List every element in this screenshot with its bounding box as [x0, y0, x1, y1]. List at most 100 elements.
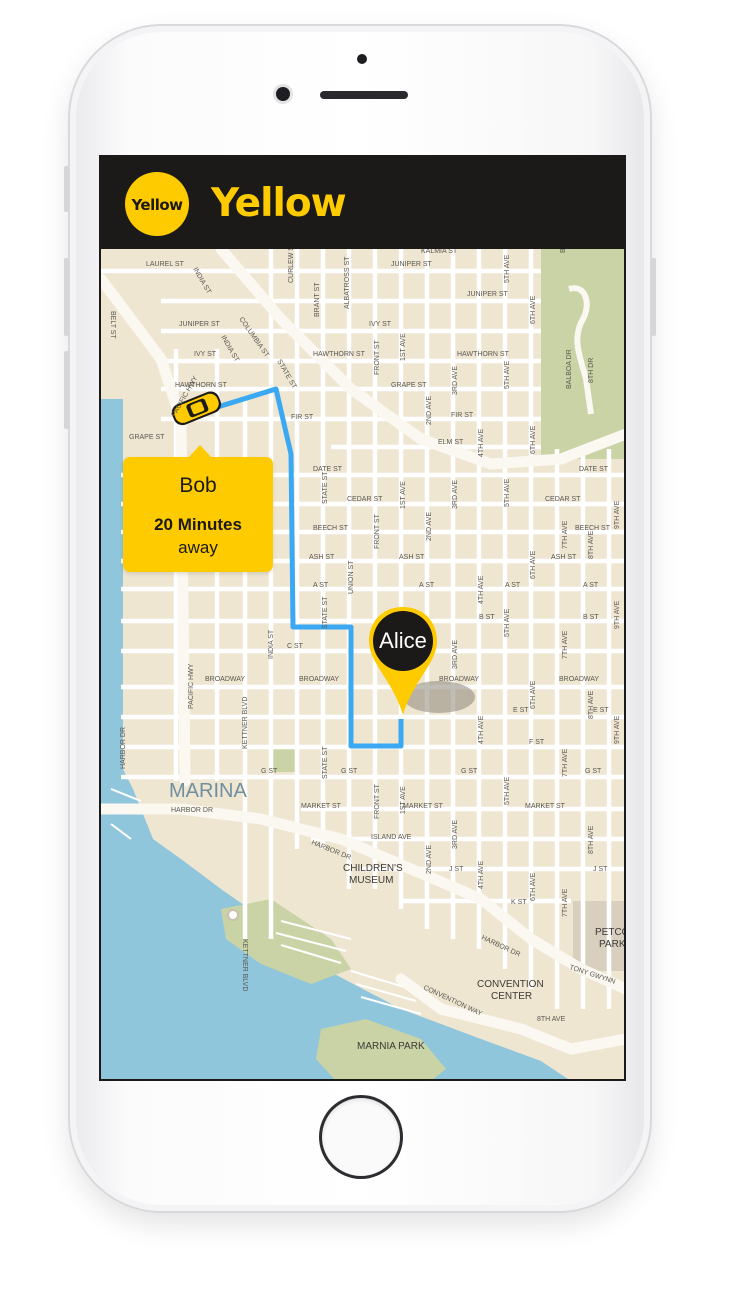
- svg-text:CEDAR ST: CEDAR ST: [545, 496, 581, 503]
- svg-text:A ST: A ST: [505, 582, 521, 589]
- svg-text:J ST: J ST: [449, 866, 464, 873]
- svg-text:6TH AVE: 6TH AVE: [530, 680, 537, 709]
- svg-text:8TH AVE: 8TH AVE: [588, 530, 595, 559]
- svg-text:9TH AVE: 9TH AVE: [614, 715, 621, 744]
- svg-text:FRONT ST: FRONT ST: [374, 513, 381, 549]
- svg-text:B ST: B ST: [583, 614, 599, 621]
- map-pin-icon: [369, 607, 437, 715]
- svg-text:1ST AVE: 1ST AVE: [400, 481, 407, 509]
- svg-text:JUNIPER ST: JUNIPER ST: [391, 261, 433, 268]
- poi-childrens-museum: CHILDREN'S: [343, 863, 403, 874]
- map-view[interactable]: LAUREL ST JUNIPER ST JUNIPER ST JUNIPER …: [101, 249, 626, 1079]
- svg-text:A ST: A ST: [419, 582, 435, 589]
- svg-text:ASH ST: ASH ST: [399, 554, 425, 561]
- svg-text:E ST: E ST: [513, 707, 529, 714]
- svg-text:FIR ST: FIR ST: [451, 412, 474, 419]
- poi-petco-park: PETCO: [595, 927, 626, 938]
- svg-text:6TH AVE: 6TH AVE: [530, 550, 537, 579]
- area-label-marina: MARINA: [169, 780, 247, 802]
- svg-text:7TH AVE: 7TH AVE: [562, 748, 569, 777]
- app-screen: Yellow Yellow LAUREL ST JUNIPER ST JUNIP…: [99, 155, 626, 1081]
- svg-text:4TH AVE: 4TH AVE: [478, 860, 485, 889]
- svg-text:BROADWAY: BROADWAY: [205, 676, 245, 683]
- svg-text:MARKET ST: MARKET ST: [403, 803, 444, 810]
- svg-text:FRONT ST: FRONT ST: [374, 339, 381, 375]
- poi-convention-center: CONVENTION: [477, 979, 544, 990]
- svg-text:G ST: G ST: [585, 768, 602, 775]
- svg-text:ALBATROSS ST: ALBATROSS ST: [344, 256, 351, 309]
- svg-text:8TH AVE: 8TH AVE: [588, 690, 595, 719]
- svg-text:C ST: C ST: [287, 643, 304, 650]
- driver-name: Bob: [179, 474, 217, 497]
- svg-text:BROADWAY: BROADWAY: [439, 676, 479, 683]
- svg-text:2ND AVE: 2ND AVE: [426, 845, 433, 874]
- svg-text:BRANT ST: BRANT ST: [314, 282, 321, 317]
- svg-text:6TH AVE: 6TH AVE: [530, 425, 537, 454]
- svg-text:3RD AVE: 3RD AVE: [452, 640, 459, 669]
- svg-text:2ND AVE: 2ND AVE: [426, 512, 433, 541]
- svg-text:ISLAND AVE: ISLAND AVE: [371, 834, 412, 841]
- svg-text:JUNIPER ST: JUNIPER ST: [179, 321, 221, 328]
- svg-text:9TH AVE: 9TH AVE: [614, 600, 621, 629]
- power-button: [651, 258, 656, 336]
- svg-text:GRAPE ST: GRAPE ST: [129, 434, 165, 441]
- svg-text:7TH AVE: 7TH AVE: [562, 520, 569, 549]
- svg-text:BELT ST: BELT ST: [109, 311, 116, 339]
- svg-text:MARKET ST: MARKET ST: [301, 803, 342, 810]
- driver-eta-suffix: away: [178, 538, 218, 557]
- svg-text:6TH AVE: 6TH AVE: [530, 872, 537, 901]
- svg-text:HAWTHORN ST: HAWTHORN ST: [175, 382, 228, 389]
- svg-text:JUNIPER ST: JUNIPER ST: [467, 291, 509, 298]
- svg-text:BROADWAY: BROADWAY: [299, 676, 339, 683]
- svg-text:7TH AVE: 7TH AVE: [562, 888, 569, 917]
- home-button[interactable]: [322, 1098, 400, 1176]
- svg-text:1ST AVE: 1ST AVE: [400, 333, 407, 361]
- svg-text:E ST: E ST: [593, 707, 609, 714]
- svg-text:G ST: G ST: [341, 768, 358, 775]
- svg-text:3RD AVE: 3RD AVE: [452, 820, 459, 849]
- svg-text:J ST: J ST: [593, 866, 608, 873]
- volume-down-button: [64, 351, 69, 429]
- svg-text:5TH AVE: 5TH AVE: [504, 254, 511, 283]
- poi-petco-park-2: PARK: [599, 939, 626, 950]
- svg-text:K ST: K ST: [511, 899, 527, 906]
- svg-text:BALBOA DR: BALBOA DR: [566, 349, 573, 389]
- svg-text:BEECH ST: BEECH ST: [313, 525, 349, 532]
- svg-text:GRAPE ST: GRAPE ST: [391, 382, 427, 389]
- logo-text: Yellow: [131, 196, 183, 214]
- svg-text:4TH AVE: 4TH AVE: [478, 428, 485, 457]
- rider-name: Alice: [379, 628, 427, 653]
- svg-text:HAWTHORN ST: HAWTHORN ST: [313, 351, 366, 358]
- app-name: Yellow: [211, 181, 347, 226]
- svg-text:5TH AVE: 5TH AVE: [504, 478, 511, 507]
- driver-eta-card[interactable]: Bob 20 Minutes away: [123, 445, 273, 572]
- svg-text:9TH AVE: 9TH AVE: [614, 500, 621, 529]
- svg-text:ASH ST: ASH ST: [309, 554, 335, 561]
- svg-text:5TH AVE: 5TH AVE: [504, 608, 511, 637]
- svg-text:BALBOA DR: BALBOA DR: [560, 249, 567, 253]
- svg-text:1ST AVE: 1ST AVE: [400, 786, 407, 814]
- svg-text:A ST: A ST: [313, 582, 329, 589]
- driver-eta: 20 Minutes: [154, 515, 242, 534]
- svg-text:3RD AVE: 3RD AVE: [452, 480, 459, 509]
- svg-text:STATE ST: STATE ST: [322, 596, 329, 629]
- earpiece-speaker: [320, 91, 408, 99]
- map-canvas: LAUREL ST JUNIPER ST JUNIPER ST JUNIPER …: [101, 249, 626, 1079]
- balboa-park-area: [541, 249, 624, 459]
- svg-text:8TH DR: 8TH DR: [588, 358, 595, 383]
- svg-text:HARBOR DR: HARBOR DR: [171, 807, 213, 814]
- svg-text:4TH AVE: 4TH AVE: [478, 575, 485, 604]
- svg-text:B ST: B ST: [479, 614, 495, 621]
- volume-up-button: [64, 258, 69, 336]
- svg-text:MARKET ST: MARKET ST: [525, 803, 566, 810]
- svg-text:4TH AVE: 4TH AVE: [478, 715, 485, 744]
- proximity-sensor: [357, 54, 367, 64]
- rider-location-pin[interactable]: Alice: [367, 605, 439, 719]
- poi-convention-center-2: CENTER: [491, 991, 532, 1002]
- svg-text:CURLEW ST: CURLEW ST: [288, 249, 295, 283]
- svg-text:3RD AVE: 3RD AVE: [452, 366, 459, 395]
- mute-switch: [64, 166, 69, 212]
- svg-text:HARBOR DR: HARBOR DR: [120, 727, 127, 769]
- svg-text:HAWTHORN ST: HAWTHORN ST: [457, 351, 510, 358]
- svg-text:FIR ST: FIR ST: [291, 414, 314, 421]
